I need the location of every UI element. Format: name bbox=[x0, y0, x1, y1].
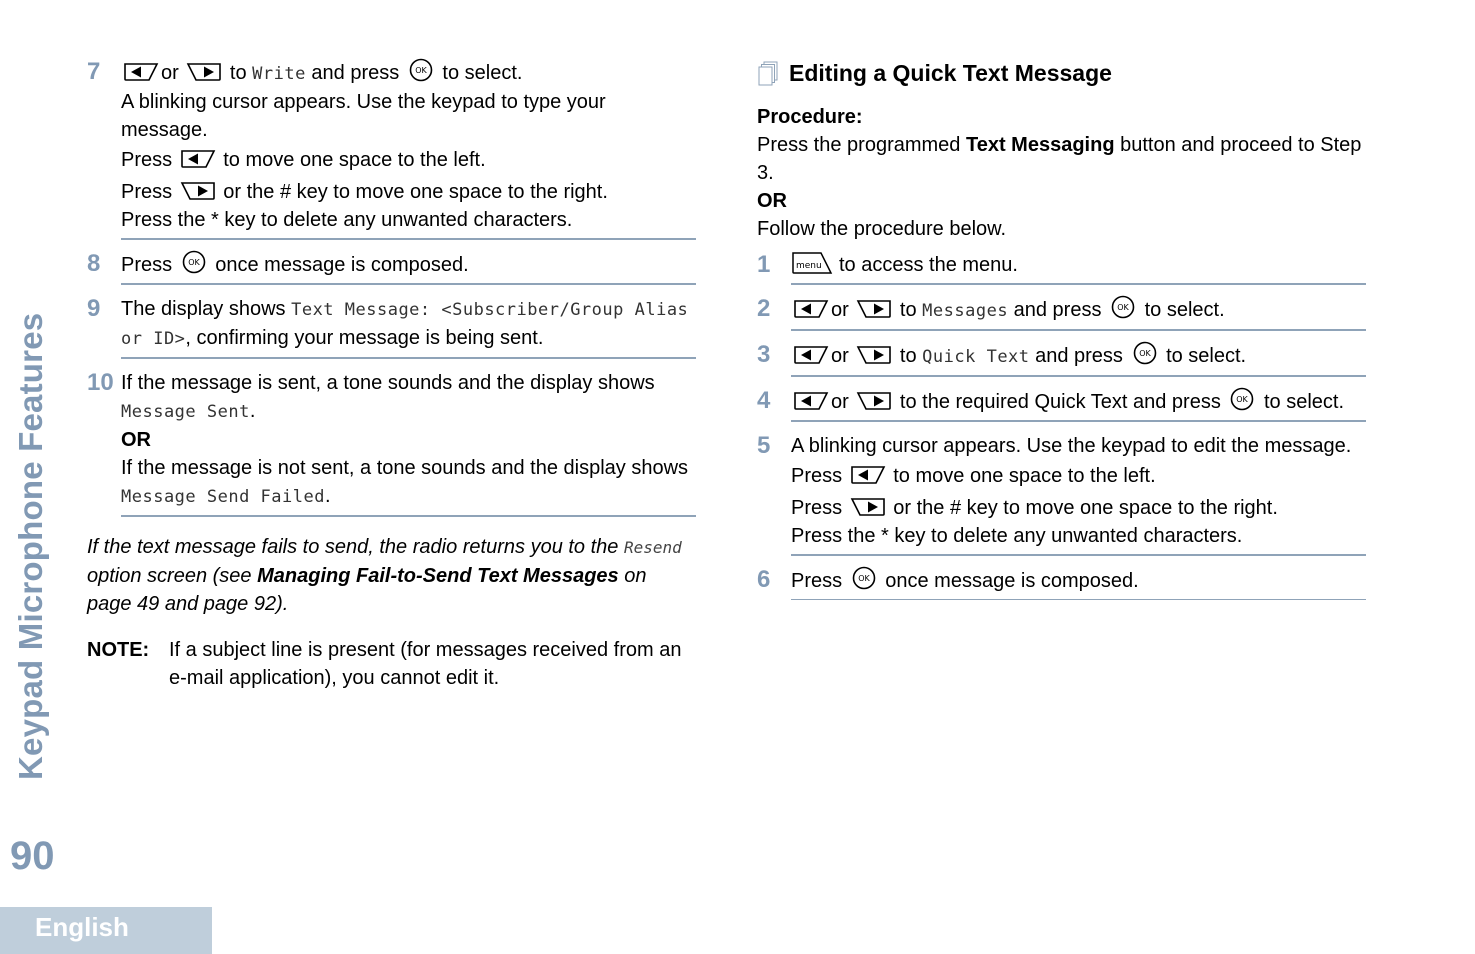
step-text: A blinking cursor appears. Use the keypa… bbox=[121, 91, 606, 141]
ok-button-icon bbox=[409, 58, 433, 82]
display-text: Message Send Failed bbox=[121, 487, 325, 507]
display-text: Write bbox=[252, 64, 306, 84]
step-number: 3 bbox=[757, 341, 771, 368]
left-column: 7 or to Write and press to select. A bli… bbox=[87, 58, 696, 692]
note: NOTE: If a subject line is present (for … bbox=[87, 636, 696, 692]
step-9: 9 The display shows Text Message: <Subsc… bbox=[87, 295, 696, 359]
display-text: Messages bbox=[922, 301, 1009, 321]
step-1: 1 to access the menu. bbox=[757, 251, 1366, 285]
step-number: 5 bbox=[757, 432, 771, 459]
step-number: 7 bbox=[87, 58, 101, 85]
step-number: 2 bbox=[757, 295, 771, 322]
right-column: Editing a Quick Text Message Procedure: … bbox=[757, 60, 1366, 600]
chapter-title: Keypad Microphone Features bbox=[12, 312, 49, 780]
note-label: NOTE: bbox=[87, 639, 150, 661]
menu-key-icon bbox=[791, 251, 833, 275]
ok-button-icon bbox=[852, 566, 876, 590]
step-number: 4 bbox=[757, 387, 771, 414]
ok-button-icon bbox=[1133, 341, 1157, 365]
step-number: 8 bbox=[87, 250, 101, 277]
right-arrow-key-icon bbox=[856, 299, 892, 319]
left-arrow-key-icon bbox=[850, 465, 886, 485]
left-arrow-key-icon bbox=[793, 391, 829, 411]
ok-button-icon bbox=[182, 250, 206, 274]
note-text: If a subject line is present (for messag… bbox=[169, 639, 682, 689]
left-arrow-key-icon bbox=[793, 345, 829, 365]
left-arrow-key-icon bbox=[793, 299, 829, 319]
step-3: 3 or to Quick Text and press to select. bbox=[757, 341, 1366, 377]
step-number: 1 bbox=[757, 251, 771, 278]
right-arrow-key-icon bbox=[856, 391, 892, 411]
left-arrow-key-icon bbox=[123, 62, 159, 82]
cross-reference-link[interactable]: Managing Fail-to-Send Text Messages bbox=[257, 565, 619, 587]
step-10: 10 If the message is sent, a tone sounds… bbox=[87, 369, 696, 517]
step-7: 7 or to Write and press to select. A bli… bbox=[87, 58, 696, 240]
procedure-intro: Procedure: Press the programmed Text Mes… bbox=[757, 103, 1366, 243]
ok-button-icon bbox=[1230, 387, 1254, 411]
display-text: Resend bbox=[623, 538, 682, 557]
procedure-label: Procedure: bbox=[757, 106, 863, 128]
section-heading: Editing a Quick Text Message bbox=[757, 60, 1366, 87]
right-arrow-key-icon bbox=[850, 497, 886, 517]
document-stack-icon bbox=[758, 61, 778, 85]
display-text: Quick Text bbox=[922, 347, 1030, 367]
ok-button-icon bbox=[1111, 295, 1135, 319]
page-number: 90 bbox=[10, 834, 55, 878]
step-number: 6 bbox=[757, 566, 771, 593]
or-label: OR bbox=[121, 429, 151, 451]
step-4: 4 or to the required Quick Text and pres… bbox=[757, 387, 1366, 422]
language-tab: English bbox=[0, 907, 212, 954]
or-label: OR bbox=[757, 190, 787, 212]
fail-to-send-note: If the text message fails to send, the r… bbox=[87, 536, 682, 615]
right-arrow-key-icon bbox=[186, 62, 222, 82]
left-arrow-key-icon bbox=[180, 149, 216, 169]
step-8: 8 Press once message is composed. bbox=[87, 250, 696, 285]
step-number: 10 bbox=[87, 369, 114, 396]
right-arrow-key-icon bbox=[180, 181, 216, 201]
step-6: 6 Press once message is composed. bbox=[757, 566, 1366, 600]
step-5: 5 A blinking cursor appears. Use the key… bbox=[757, 432, 1366, 556]
step-number: 9 bbox=[87, 295, 101, 322]
display-text: Message Sent bbox=[121, 402, 250, 422]
step-2: 2 or to Messages and press to select. bbox=[757, 295, 1366, 331]
right-arrow-key-icon bbox=[856, 345, 892, 365]
